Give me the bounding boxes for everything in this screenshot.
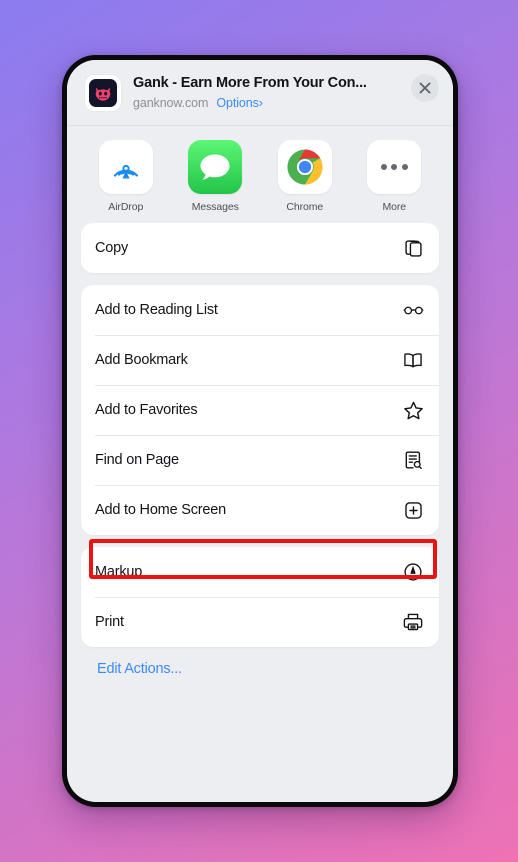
print-icon (401, 610, 425, 634)
close-button[interactable] (411, 74, 439, 102)
messages-tile (188, 140, 243, 194)
action-label: Copy (95, 240, 129, 256)
share-target-label: Chrome (286, 201, 324, 213)
airdrop-tile (98, 140, 153, 194)
markup-icon (401, 560, 425, 584)
page-domain: ganknow.com (133, 96, 209, 110)
action-row-add-to-home-screen[interactable]: Add to Home Screen (81, 485, 439, 535)
action-row-copy[interactable]: Copy (81, 223, 439, 273)
more-tile (367, 140, 422, 194)
book-icon (401, 348, 425, 372)
chevron-right-icon: › (258, 96, 263, 110)
action-row-print[interactable]: Print (81, 597, 439, 647)
share-target-label: More (382, 201, 407, 213)
share-target-label: AirDrop (108, 201, 144, 213)
action-group-copy: Copy (81, 223, 439, 273)
options-label: Options (216, 96, 259, 110)
airdrop-icon (113, 164, 138, 179)
share-target-label: Messages (191, 201, 239, 213)
chrome-tile (277, 140, 332, 194)
gank-app-icon (85, 75, 121, 111)
action-row-add-to-reading-list[interactable]: Add to Reading List (81, 285, 439, 335)
action-label: Add to Favorites (95, 402, 198, 418)
action-row-find-on-page[interactable]: Find on Page (81, 435, 439, 485)
plus-square-icon (401, 498, 425, 522)
share-target-chrome[interactable]: Chrome (260, 140, 350, 213)
action-row-markup[interactable]: Markup (81, 547, 439, 597)
action-group-safari: Add to Reading List Add Bookmark Add to … (81, 285, 439, 535)
share-sheet-header: Gank - Earn More From Your Con... gankno… (67, 60, 453, 126)
more-icon (380, 164, 408, 170)
copy-icon (401, 236, 425, 260)
close-icon (419, 82, 431, 94)
action-group-tools: Markup Print (81, 547, 439, 647)
phone-screen: Gank - Earn More From Your Con... gankno… (67, 60, 453, 802)
chrome-icon (287, 149, 323, 185)
action-label: Markup (95, 564, 143, 580)
action-label: Print (95, 614, 124, 630)
page-title: Gank - Earn More From Your Con... (133, 75, 367, 91)
action-row-add-to-favorites[interactable]: Add to Favorites (81, 385, 439, 435)
options-link[interactable]: Options› (216, 94, 263, 112)
star-icon (401, 398, 425, 422)
share-target-more[interactable]: More (350, 140, 440, 213)
action-row-add-bookmark[interactable]: Add Bookmark (81, 335, 439, 385)
action-label: Add to Home Screen (95, 502, 226, 518)
share-target-airdrop[interactable]: AirDrop (81, 140, 171, 213)
glasses-icon (401, 298, 425, 322)
find-page-icon (401, 448, 425, 472)
messages-icon (200, 154, 230, 180)
action-label: Add Bookmark (95, 352, 188, 368)
action-label: Add to Reading List (95, 302, 218, 318)
phone-frame: Gank - Earn More From Your Con... gankno… (62, 55, 458, 807)
action-label: Find on Page (95, 452, 179, 468)
edit-actions-button[interactable]: Edit Actions... (81, 659, 439, 677)
action-list: Copy Add to Reading List Add Bookmark Ad… (67, 223, 453, 677)
share-target-messages[interactable]: Messages (171, 140, 261, 213)
share-targets-row: AirDrop Messages Chrome More (67, 126, 453, 223)
